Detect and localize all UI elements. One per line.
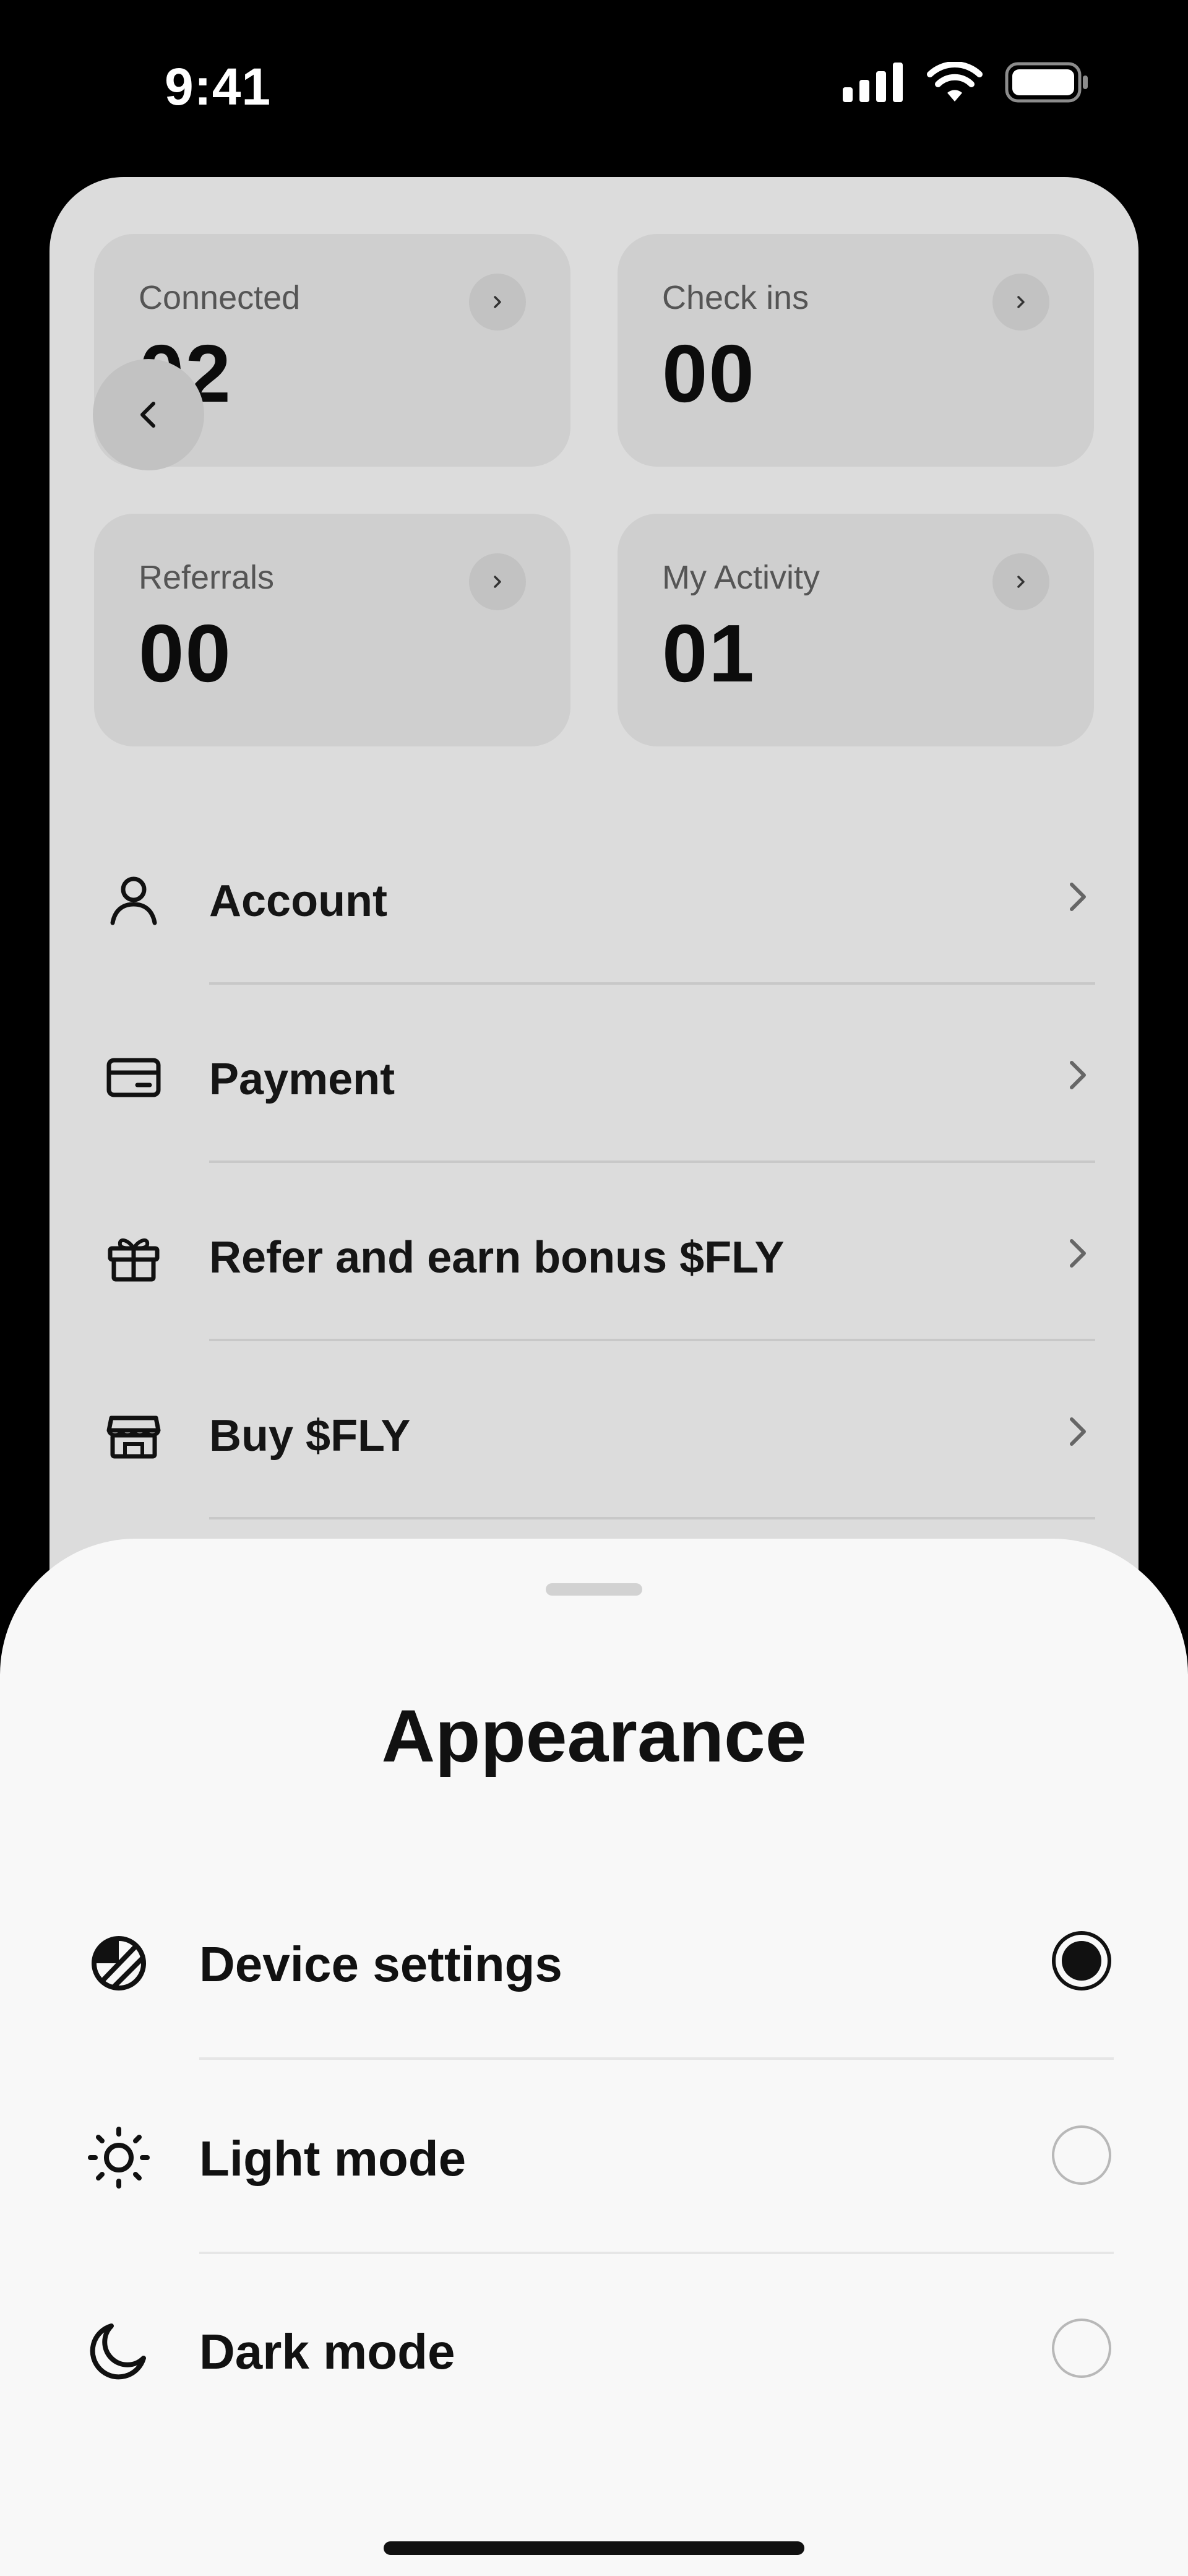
option-device-settings[interactable]: Device settings	[0, 1867, 1188, 2060]
radio-button[interactable]	[1052, 2125, 1111, 2185]
divider	[209, 982, 1095, 985]
chevron-right-icon[interactable]	[469, 274, 526, 331]
wifi-icon	[927, 62, 983, 102]
chevron-right-icon[interactable]	[992, 274, 1049, 331]
back-button[interactable]	[93, 359, 204, 470]
stat-value: 00	[139, 608, 232, 699]
menu-item-label: Payment	[209, 1055, 395, 1104]
stat-label: Connected	[139, 279, 301, 316]
appearance-sheet: Appearance Device settings Light mode Da…	[0, 1539, 1188, 2576]
stat-tile-my-activity[interactable]: My Activity 01	[618, 514, 1094, 746]
chevron-left-icon	[140, 402, 155, 428]
divider	[199, 2057, 1114, 2060]
option-label: Dark mode	[199, 2324, 455, 2379]
radio-button[interactable]	[1052, 2319, 1111, 2378]
chevron-right-icon	[1070, 1061, 1086, 1089]
chevron-right-icon[interactable]	[469, 553, 526, 610]
stat-value: 01	[662, 608, 755, 699]
option-label: Light mode	[199, 2131, 467, 2186]
user-icon	[110, 876, 157, 925]
radio-button-selected[interactable]	[1052, 1931, 1111, 1990]
menu-item-label: Buy $FLY	[209, 1411, 411, 1461]
status-bar: 9:41	[0, 0, 1188, 173]
option-dark-mode[interactable]: Dark mode	[0, 2254, 1188, 2447]
credit-card-icon	[106, 1058, 161, 1097]
status-time: 9:41	[165, 58, 272, 116]
sun-icon	[88, 2127, 150, 2189]
store-icon	[106, 1416, 161, 1459]
menu-item-account[interactable]: Account	[0, 808, 1188, 985]
stat-value: 00	[662, 328, 755, 419]
cellular-signal-icon	[843, 63, 903, 102]
stat-tile-referrals[interactable]: Referrals 00	[94, 514, 570, 746]
option-light-mode[interactable]: Light mode	[0, 2061, 1188, 2254]
divider	[209, 1339, 1095, 1341]
sheet-grabber[interactable]	[546, 1583, 642, 1596]
chevron-right-icon	[1070, 1239, 1086, 1268]
stat-label: Check ins	[662, 279, 809, 316]
battery-icon	[1005, 62, 1088, 103]
chevron-right-icon	[1070, 1417, 1086, 1446]
radio-dot	[1062, 1941, 1101, 1981]
stat-label: My Activity	[662, 559, 820, 596]
menu-item-refer-and-earn[interactable]: Refer and earn bonus $FLY	[0, 1164, 1188, 1341]
device-settings-icon	[92, 1936, 146, 1990]
menu-item-payment[interactable]: Payment	[0, 986, 1188, 1163]
chevron-right-icon[interactable]	[992, 553, 1049, 610]
stat-label: Referrals	[139, 559, 275, 596]
sheet-title: Appearance	[381, 1695, 807, 1778]
menu-item-label: Refer and earn bonus $FLY	[209, 1233, 785, 1282]
moon-icon	[90, 2323, 146, 2380]
stat-tile-check-ins[interactable]: Check ins 00	[618, 234, 1094, 467]
divider	[209, 1517, 1095, 1519]
menu-item-buy-fly[interactable]: Buy $FLY	[0, 1342, 1188, 1519]
home-indicator	[384, 2541, 804, 2555]
divider	[209, 1160, 1095, 1163]
gift-icon	[108, 1238, 160, 1282]
chevron-right-icon	[1070, 883, 1086, 911]
option-label: Device settings	[199, 1937, 562, 1992]
menu-item-label: Account	[209, 876, 387, 926]
status-icons	[843, 62, 1089, 103]
